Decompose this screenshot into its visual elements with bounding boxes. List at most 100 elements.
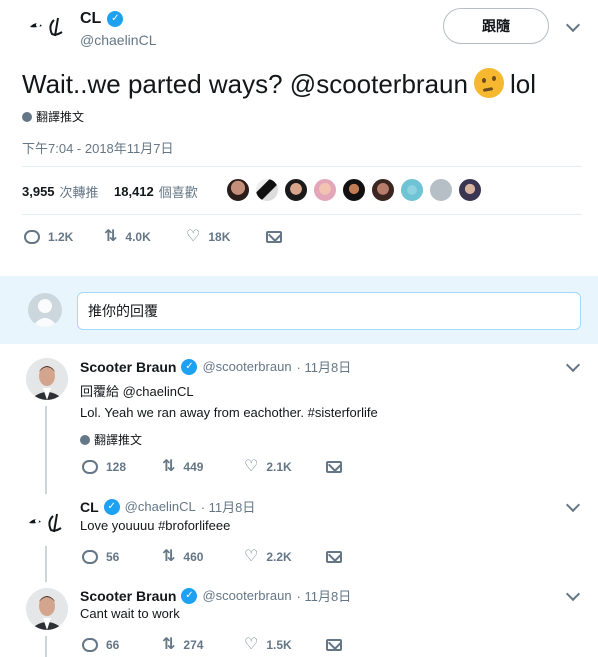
- reply-author-handle[interactable]: @scooterbraun: [202, 588, 291, 603]
- dm-action[interactable]: [326, 551, 342, 563]
- reply-avatar[interactable]: [26, 588, 68, 630]
- divider: [22, 166, 582, 167]
- reply-count: 1.2K: [48, 230, 74, 244]
- retweet-icon: ⇅: [162, 458, 176, 475]
- chevron-down-icon[interactable]: [565, 586, 581, 602]
- envelope-icon: [326, 551, 342, 563]
- author-name[interactable]: CL: [80, 10, 101, 28]
- envelope-icon: [326, 639, 342, 651]
- reply-count: 66: [106, 638, 120, 652]
- like-stat[interactable]: 18,412 個喜歡: [114, 182, 198, 201]
- globe-icon: [80, 434, 90, 445]
- author-logo[interactable]: [28, 14, 68, 40]
- cl-logo-icon: [29, 513, 62, 533]
- reply-author-name[interactable]: Scooter Braun: [80, 359, 176, 375]
- reply-actions: 56 ⇅ 460 ♡ 2.2K: [82, 548, 342, 565]
- reply-date[interactable]: · 11月8日: [201, 497, 256, 516]
- chevron-down-icon[interactable]: [565, 357, 581, 373]
- reply-placeholder: 推你的回覆: [88, 303, 158, 319]
- reply-action[interactable]: 1.2K: [24, 230, 104, 244]
- reply-icon: [82, 460, 98, 474]
- reply-actions: 128 ⇅ 449 ♡ 2.1K: [82, 458, 342, 475]
- heart-icon: ♡: [244, 458, 259, 475]
- reply-input[interactable]: 推你的回覆: [77, 292, 581, 330]
- reply-author-handle[interactable]: @chaelinCL: [125, 499, 196, 514]
- reply-author-handle[interactable]: @scooterbraun: [202, 359, 291, 374]
- like-action[interactable]: ♡ 2.1K: [244, 458, 326, 475]
- verified-icon: ✓: [107, 11, 124, 27]
- reply-author-name[interactable]: CL: [80, 499, 99, 515]
- retweet-action[interactable]: ⇅ 449: [162, 458, 244, 475]
- globe-icon: [22, 111, 32, 122]
- author-handle[interactable]: @chaelinCL: [80, 32, 156, 48]
- current-user-avatar[interactable]: [28, 293, 62, 327]
- liker-avatar[interactable]: [371, 178, 395, 202]
- reply-to-label[interactable]: 回覆給 @chaelinCL: [80, 381, 194, 400]
- person-photo-icon: [26, 358, 68, 400]
- reply-header: Scooter Braun ✓ @scooterbraun · 11月8日: [80, 586, 351, 605]
- reply-header: Scooter Braun ✓ @scooterbraun · 11月8日: [80, 357, 351, 376]
- reply-icon: [24, 230, 40, 244]
- reply-icon: [82, 638, 98, 652]
- reply-count: 128: [106, 460, 127, 474]
- retweet-icon: ⇅: [104, 228, 118, 245]
- reply-avatar[interactable]: [26, 358, 68, 400]
- liker-avatar[interactable]: [255, 178, 279, 202]
- liker-avatar[interactable]: [226, 178, 250, 202]
- like-count: 2.1K: [266, 460, 292, 474]
- chevron-down-icon[interactable]: [565, 17, 581, 33]
- liker-avatar[interactable]: [342, 178, 366, 202]
- reply-avatar[interactable]: [26, 510, 68, 536]
- reply-count: 56: [106, 550, 120, 564]
- liker-avatars: [226, 178, 482, 202]
- liker-avatar[interactable]: [284, 178, 308, 202]
- default-user-icon: [32, 299, 58, 327]
- reply-date[interactable]: · 11月8日: [297, 357, 352, 376]
- retweet-label: 次轉推: [59, 185, 99, 200]
- chevron-down-icon[interactable]: [565, 497, 581, 513]
- thread-connector: [45, 546, 47, 582]
- liker-avatar[interactable]: [313, 178, 337, 202]
- reply-action[interactable]: 66: [82, 638, 162, 652]
- author-name-row[interactable]: CL ✓: [80, 10, 124, 28]
- translate-link[interactable]: 翻譯推文: [22, 108, 84, 125]
- retweet-action[interactable]: ⇅ 4.0K: [104, 228, 186, 245]
- dm-action[interactable]: [326, 461, 342, 473]
- dm-action[interactable]: [266, 231, 282, 243]
- like-action[interactable]: ♡ 18K: [186, 228, 266, 245]
- retweet-stat[interactable]: 3,955 次轉推: [22, 182, 99, 201]
- tweet-text-tail: lol: [509, 69, 536, 99]
- reply-action[interactable]: 56: [82, 550, 162, 564]
- tweet-timestamp[interactable]: 下午7:04 - 2018年11月7日: [22, 138, 174, 157]
- reply-action[interactable]: 128: [82, 460, 162, 474]
- reply-text: Love youuuu #broforlifeee: [80, 518, 231, 533]
- dm-action[interactable]: [326, 639, 342, 651]
- retweet-action[interactable]: ⇅ 274: [162, 637, 244, 653]
- reply-header: CL ✓ @chaelinCL · 11月8日: [80, 497, 255, 516]
- follow-button[interactable]: 跟隨: [443, 8, 549, 44]
- cl-logo-icon: [30, 17, 63, 37]
- envelope-icon: [326, 461, 342, 473]
- translate-link[interactable]: 翻譯推文: [80, 431, 142, 448]
- retweet-count: 460: [183, 550, 204, 564]
- person-photo-icon: [26, 588, 68, 630]
- reply-author-name[interactable]: Scooter Braun: [80, 588, 176, 604]
- like-action[interactable]: ♡ 2.2K: [244, 548, 326, 565]
- like-action[interactable]: ♡ 1.5K: [244, 636, 326, 653]
- retweet-icon: ⇅: [162, 548, 176, 565]
- heart-icon: ♡: [244, 636, 259, 653]
- like-count: 2.2K: [266, 550, 292, 564]
- retweet-action[interactable]: ⇅ 460: [162, 548, 244, 565]
- liker-avatar[interactable]: [429, 178, 453, 202]
- translate-label: 翻譯推文: [94, 433, 143, 447]
- liker-avatar[interactable]: [400, 178, 424, 202]
- thread-connector: [45, 636, 47, 657]
- liker-avatar[interactable]: [458, 178, 482, 202]
- heart-icon: ♡: [186, 228, 201, 245]
- reply-icon: [82, 550, 98, 564]
- reply-text: Lol. Yeah we ran away from eachother. #s…: [80, 405, 378, 420]
- like-label: 個喜歡: [158, 185, 198, 200]
- heart-icon: ♡: [244, 548, 259, 565]
- thread-connector: [45, 406, 47, 494]
- reply-date[interactable]: · 11月8日: [297, 586, 352, 605]
